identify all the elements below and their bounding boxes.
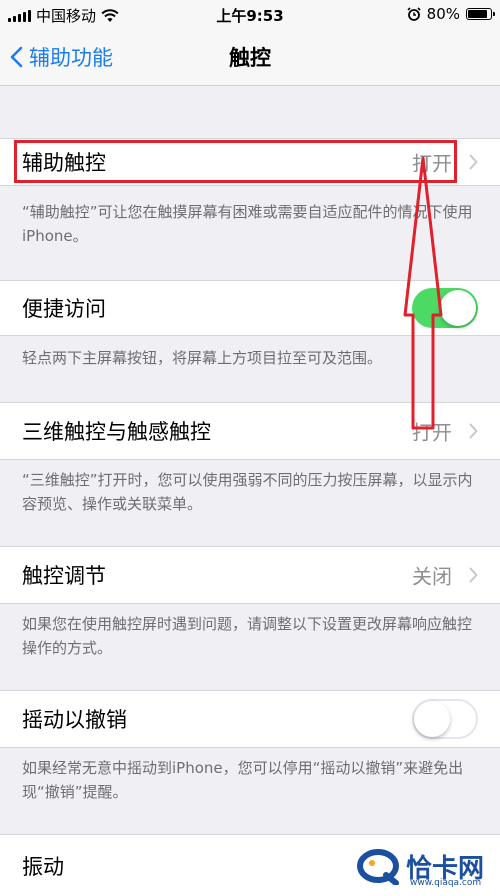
3d-touch-value: 打开 — [412, 420, 452, 445]
chevron-right-icon — [469, 423, 478, 439]
touch-accommodations-label: 触控调节 — [22, 564, 106, 588]
watermark-q-icon — [357, 848, 399, 885]
assistive-touch-value: 打开 — [412, 151, 452, 176]
chevron-right-icon — [469, 567, 478, 583]
chevron-right-icon — [469, 154, 478, 170]
page-title: 触控 — [229, 46, 271, 70]
vibration-label: 振动 — [22, 854, 64, 879]
shake-to-undo-description: 如果经常无意中摇动到iPhone，您可以停用“摇动以撤销”来避免出现“撤销”提醒… — [22, 759, 464, 801]
shake-to-undo-row: 摇动以撤销 — [0, 690, 500, 748]
touch-accommodations-description: 如果您在使用触控屏时遇到问题，请调整以下设置更改屏幕响应触控操作的方式。 — [22, 615, 473, 657]
3d-touch-row[interactable]: 三维触控与触感触控 打开 — [0, 402, 500, 460]
status-bar: 中国移动 上午9:53 80% — [0, 0, 500, 28]
status-right: 80% — [407, 5, 495, 23]
reachability-description: 轻点两下主屏幕按钮，将屏幕上方项目拉至可及范围。 — [22, 349, 383, 367]
reachability-label: 便捷访问 — [22, 297, 106, 321]
touch-accommodations-value: 关闭 — [412, 564, 452, 589]
reachability-toggle[interactable] — [412, 288, 478, 328]
alarm-icon — [407, 7, 421, 21]
navigation-bar: 辅助功能 触控 — [0, 28, 500, 86]
watermark-url: www.qiaqa.com — [410, 878, 482, 888]
shake-to-undo-label: 摇动以撤销 — [22, 708, 127, 732]
assistive-touch-label: 辅助触控 — [22, 151, 106, 175]
3d-touch-description: “三维触控”打开时，您可以使用强弱不同的压力按压屏幕，以显示内容预览、操作或关联… — [22, 471, 473, 513]
touch-accommodations-row[interactable]: 触控调节 关闭 — [0, 546, 500, 604]
assistive-touch-row[interactable]: 辅助触控 打开 — [0, 138, 500, 186]
battery-percent: 80% — [426, 5, 460, 23]
battery-icon — [466, 8, 495, 20]
reachability-row: 便捷访问 — [0, 280, 500, 336]
watermark-logo: 恰卡网 www.qiaqa.com — [356, 848, 484, 888]
assistive-touch-description: “辅助触控”可让您在触摸屏幕有困难或需要自适应配件的情况下使用iPhone。 — [22, 203, 473, 245]
3d-touch-label: 三维触控与触感触控 — [22, 420, 211, 444]
shake-to-undo-toggle[interactable] — [412, 699, 478, 739]
